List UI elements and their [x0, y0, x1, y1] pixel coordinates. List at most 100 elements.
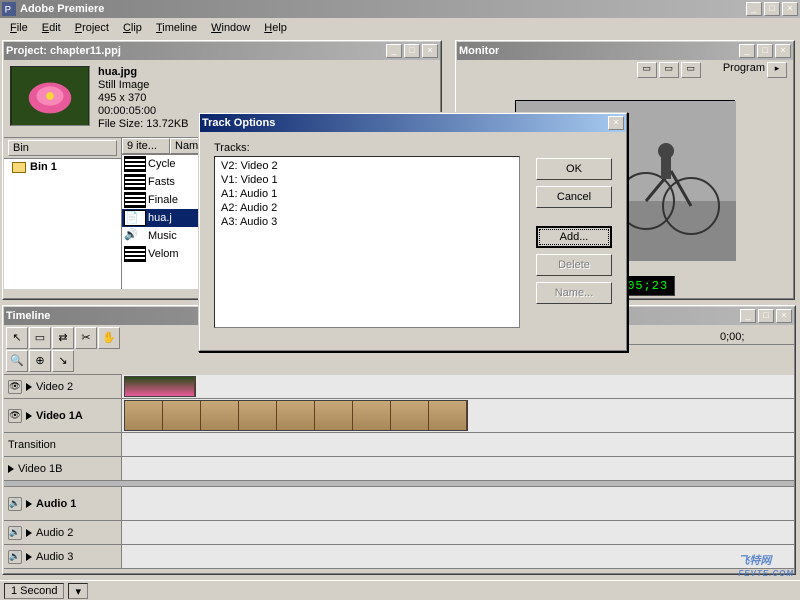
dialog-title: Track Options — [202, 117, 608, 129]
expand-icon[interactable] — [26, 412, 32, 420]
timeline-close-button[interactable]: × — [776, 309, 792, 323]
menu-timeline[interactable]: Timeline — [150, 20, 203, 36]
track-header[interactable]: 🔊Audio 2 — [4, 521, 122, 544]
expand-icon[interactable] — [26, 529, 32, 537]
track-options-dialog: Track Options × Tracks: V2: Video 2V1: V… — [198, 112, 628, 352]
close-button[interactable]: × — [782, 2, 798, 16]
monitor-mode-1[interactable]: ▭ — [637, 62, 657, 78]
video-clip[interactable] — [124, 376, 196, 397]
file-duration: 00:00:05:00 — [98, 105, 156, 117]
timeline-track: 🔊Audio 2 — [4, 521, 794, 545]
expand-icon[interactable] — [26, 500, 32, 508]
col-count[interactable]: 9 ite... — [122, 138, 170, 154]
expand-icon[interactable] — [26, 383, 32, 391]
zoom-tool[interactable]: 🔍 — [6, 350, 28, 372]
maximize-button[interactable]: □ — [764, 2, 780, 16]
monitor-close-button[interactable]: × — [775, 44, 791, 58]
monitor-mode-3[interactable]: ▭ — [681, 62, 701, 78]
add-button[interactable]: Add... — [536, 226, 612, 248]
visibility-icon[interactable]: 🔊 — [8, 497, 22, 511]
tracks-listbox[interactable]: V2: Video 2V1: Video 1A1: Audio 1A2: Aud… — [214, 156, 520, 328]
menu-file[interactable]: File — [4, 20, 34, 36]
timeline-track: 🔊Audio 1 — [4, 487, 794, 521]
visibility-icon[interactable]: 🔊 — [8, 526, 22, 540]
monitor-min-button[interactable]: _ — [739, 44, 755, 58]
link-tool[interactable]: ⊕ — [29, 350, 51, 372]
bin-item[interactable]: Bin 1 — [4, 159, 121, 175]
track-header[interactable]: Transition — [4, 433, 122, 456]
timeline-track: 🔊Audio 3 — [4, 545, 794, 569]
timeline-track: 👁Video 2 — [4, 375, 794, 399]
folder-icon — [12, 162, 26, 173]
track-body[interactable] — [122, 487, 794, 520]
visibility-icon[interactable]: 👁 — [8, 380, 22, 394]
project-titlebar[interactable]: Project: chapter11.ppj _ □ × — [4, 42, 440, 60]
track-body[interactable] — [122, 375, 794, 398]
track-list-item[interactable]: V1: Video 1 — [221, 173, 513, 187]
track-list-item[interactable]: A3: Audio 3 — [221, 215, 513, 229]
file-type: Still Image — [98, 79, 149, 91]
dialog-titlebar[interactable]: Track Options × — [200, 114, 626, 132]
track-header[interactable]: 🔊Audio 1 — [4, 487, 122, 520]
track-body[interactable] — [122, 433, 794, 456]
ok-button[interactable]: OK — [536, 158, 612, 180]
select-tool[interactable]: ↖ — [6, 327, 28, 349]
track-body[interactable] — [122, 399, 794, 432]
file-name: Velom — [148, 248, 179, 260]
cancel-button[interactable]: Cancel — [536, 186, 612, 208]
menu-clip[interactable]: Clip — [117, 20, 148, 36]
project-max-button[interactable]: □ — [404, 44, 420, 58]
track-body[interactable] — [122, 545, 794, 568]
file-name: Fasts — [148, 176, 175, 188]
video-clip[interactable] — [124, 400, 468, 431]
menu-project[interactable]: Project — [69, 20, 115, 36]
expand-icon[interactable] — [8, 465, 14, 473]
timeline-max-button[interactable]: □ — [758, 309, 774, 323]
monitor-titlebar[interactable]: Monitor _ □ × — [457, 42, 793, 60]
menu-window[interactable]: Window — [205, 20, 256, 36]
program-menu-button[interactable]: ▸ — [767, 62, 787, 78]
track-label: Video 1A — [36, 410, 83, 422]
monitor-mode-2[interactable]: ▭ — [659, 62, 679, 78]
visibility-icon[interactable]: 🔊 — [8, 550, 22, 564]
expand-icon[interactable] — [26, 553, 32, 561]
track-body[interactable] — [122, 521, 794, 544]
project-close-button[interactable]: × — [422, 44, 438, 58]
name-button[interactable]: Name... — [536, 282, 612, 304]
track-header[interactable]: 👁 Video 1A — [4, 399, 122, 432]
file-name: hua.jpg — [98, 66, 137, 78]
menu-help[interactable]: Help — [258, 20, 293, 36]
visibility-icon[interactable]: 👁 — [8, 409, 22, 423]
monitor-max-button[interactable]: □ — [757, 44, 773, 58]
status-tool-1[interactable]: ▾ — [68, 583, 88, 599]
track-list-item[interactable]: A1: Audio 1 — [221, 187, 513, 201]
file-name: Finale — [148, 194, 178, 206]
bin-tree[interactable]: Bin Bin 1 — [4, 138, 122, 289]
track-label: Transition — [8, 439, 56, 451]
track-body[interactable] — [122, 457, 794, 480]
film-icon — [124, 192, 146, 208]
range-tool[interactable]: ▭ — [29, 327, 51, 349]
track-header[interactable]: 👁Video 2 — [4, 375, 122, 398]
zoom-level[interactable]: 1 Second — [4, 583, 64, 599]
razor-tool[interactable]: ✂ — [75, 327, 97, 349]
thumbnail — [10, 66, 90, 126]
project-min-button[interactable]: _ — [386, 44, 402, 58]
track-list-item[interactable]: V2: Video 2 — [221, 159, 513, 173]
delete-button[interactable]: Delete — [536, 254, 612, 276]
menubar: File Edit Project Clip Timeline Window H… — [0, 18, 800, 37]
timeline-min-button[interactable]: _ — [740, 309, 756, 323]
track-header[interactable]: Video 1B — [4, 457, 122, 480]
monitor-title: Monitor — [459, 45, 739, 57]
menu-edit[interactable]: Edit — [36, 20, 67, 36]
track-list-item[interactable]: A2: Audio 2 — [221, 201, 513, 215]
in-tool[interactable]: ↘ — [52, 350, 74, 372]
dialog-close-button[interactable]: × — [608, 116, 624, 130]
ripple-tool[interactable]: ⇄ — [52, 327, 74, 349]
track-header[interactable]: 🔊Audio 3 — [4, 545, 122, 568]
file-name: Music — [148, 230, 177, 242]
film-icon — [124, 156, 146, 172]
app-titlebar: P Adobe Premiere _ □ × — [0, 0, 800, 18]
hand-tool[interactable]: ✋ — [98, 327, 120, 349]
minimize-button[interactable]: _ — [746, 2, 762, 16]
